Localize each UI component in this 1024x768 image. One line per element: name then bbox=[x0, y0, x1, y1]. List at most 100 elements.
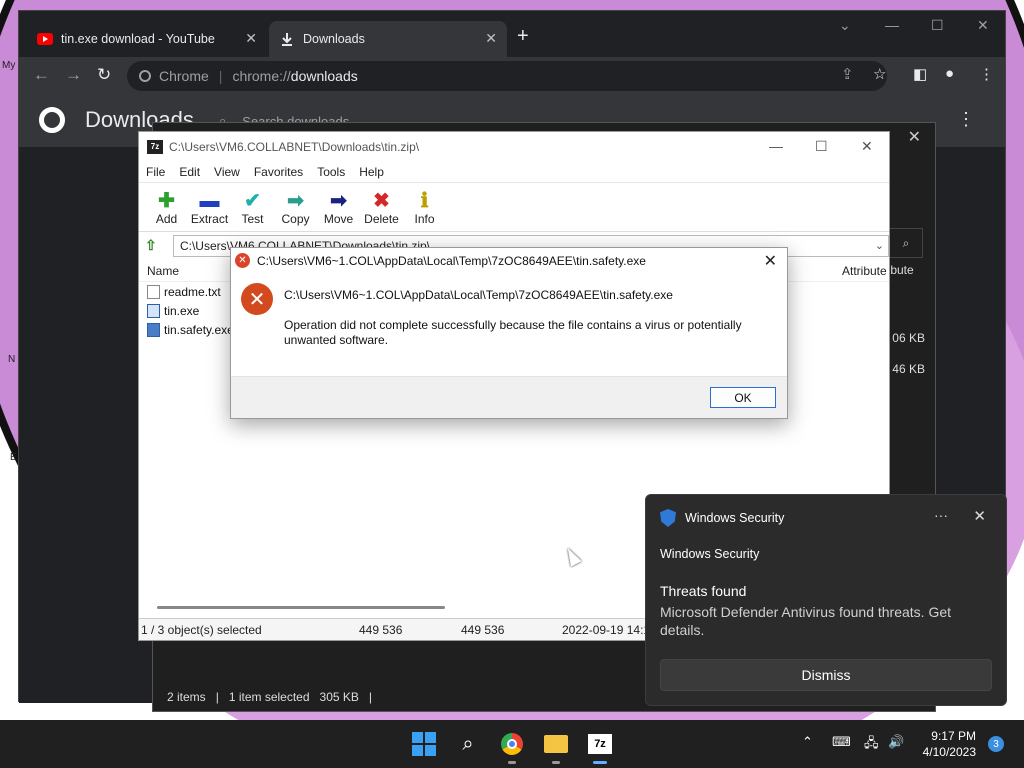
delete-button[interactable]: ✖ Delete bbox=[360, 184, 403, 231]
info-button[interactable]: ℹ Info bbox=[403, 184, 446, 231]
menu-tools[interactable]: Tools bbox=[317, 165, 345, 179]
profile-icon[interactable]: ● bbox=[945, 65, 954, 82]
clock-time: 9:17 PM bbox=[931, 729, 976, 743]
reload-icon[interactable]: ↻ bbox=[97, 65, 111, 85]
new-tab-plus-icon[interactable]: + bbox=[517, 25, 529, 48]
tab-downloads[interactable]: Downloads ✕ bbox=[269, 21, 507, 57]
more-options-button[interactable]: ··· bbox=[934, 507, 948, 523]
address-bar[interactable]: Chrome | chrome:// downloads bbox=[127, 61, 887, 91]
youtube-icon bbox=[37, 31, 53, 47]
system-clock[interactable]: 9:17 PM 4/10/2023 bbox=[910, 728, 976, 760]
keyboard-icon[interactable]: ⌨ bbox=[832, 734, 851, 750]
tool-label: Info bbox=[414, 211, 435, 226]
dismiss-button[interactable]: Dismiss bbox=[660, 659, 992, 691]
close-window-icon[interactable]: ✕ bbox=[861, 138, 873, 155]
horizontal-scrollbar[interactable] bbox=[157, 606, 445, 609]
copy-button[interactable]: ➡ Copy bbox=[274, 184, 317, 231]
name-column-header[interactable]: Name bbox=[147, 264, 179, 278]
network-icon[interactable]: 🖧 bbox=[864, 734, 879, 756]
chevron-down-icon[interactable]: ⌄ bbox=[875, 239, 884, 252]
tab-label: Downloads bbox=[303, 32, 365, 46]
chrome-logo-icon bbox=[39, 107, 65, 133]
window-title: C:\Users\VM6.COLLABNET\Downloads\tin.zip… bbox=[169, 139, 420, 154]
menu-edit[interactable]: Edit bbox=[179, 165, 200, 179]
plus-icon: ✚ bbox=[158, 189, 175, 212]
close-icon[interactable]: ✕ bbox=[973, 507, 986, 525]
toast-app-name: Windows Security bbox=[660, 547, 760, 561]
move-arrow-icon: ➡ bbox=[330, 189, 347, 212]
close-window-icon[interactable]: ✕ bbox=[908, 127, 921, 147]
bookmark-star-icon[interactable]: ☆ bbox=[873, 65, 886, 83]
taskbar-file-explorer[interactable] bbox=[542, 730, 570, 764]
extract-button[interactable]: ▬ Extract bbox=[188, 184, 231, 231]
size-column: 06 KB 46 KB bbox=[892, 323, 925, 385]
menu-view[interactable]: View bbox=[214, 165, 240, 179]
taskbar-7zip[interactable]: 7z bbox=[586, 730, 614, 764]
exe-file-icon bbox=[147, 303, 160, 318]
tool-label: Move bbox=[323, 211, 354, 226]
7zip-icon: 7z bbox=[588, 734, 612, 754]
file-name: tin.exe bbox=[164, 303, 200, 318]
selection-size: 305 KB bbox=[319, 690, 359, 704]
running-indicator bbox=[508, 761, 516, 764]
chevron-up-icon[interactable]: ⌃ bbox=[802, 734, 813, 750]
ok-button[interactable]: OK bbox=[710, 387, 776, 408]
folder-up-icon[interactable]: ⇧ bbox=[145, 237, 163, 255]
chrome-icon bbox=[501, 733, 523, 755]
tool-label: Test bbox=[241, 211, 264, 226]
chrome-menu-icon[interactable]: ⋮ bbox=[979, 65, 994, 83]
toast-header: Windows Security bbox=[660, 509, 784, 527]
close-tab-icon[interactable]: ✕ bbox=[245, 30, 257, 47]
chrome-toolbar: ← → ↻ Chrome | chrome:// downloads ⇪ ☆ ◧… bbox=[19, 57, 1005, 95]
test-button[interactable]: ✔ Test bbox=[231, 184, 274, 231]
minimize-icon[interactable]: — bbox=[769, 138, 783, 154]
tool-label: Add bbox=[155, 211, 178, 226]
dialog-body: ✕ C:\Users\VM6~1.COL\AppData\Local\Temp\… bbox=[231, 273, 787, 378]
side-panel-icon[interactable]: ◧ bbox=[913, 65, 927, 83]
virus-error-dialog: ✕ C:\Users\VM6~1.COL\AppData\Local\Temp\… bbox=[230, 247, 788, 419]
maximize-icon[interactable]: ☐ bbox=[931, 17, 944, 34]
url-prefix: chrome:// bbox=[232, 68, 291, 84]
share-icon[interactable]: ⇪ bbox=[841, 65, 854, 83]
toast-message[interactable]: Microsoft Defender Antivirus found threa… bbox=[660, 603, 980, 639]
desktop-icon-label[interactable]: N bbox=[8, 354, 15, 365]
desktop-icon-label[interactable]: My bbox=[2, 60, 15, 71]
back-arrow-icon[interactable]: ← bbox=[33, 65, 50, 85]
modified-status: 2022-09-19 14:1 bbox=[562, 622, 651, 637]
move-button[interactable]: ➡ Move bbox=[317, 184, 360, 231]
menu-file[interactable]: File bbox=[146, 165, 165, 179]
attributes-column-header[interactable]: Attribute bbox=[842, 264, 887, 278]
start-button[interactable] bbox=[410, 730, 438, 758]
add-button[interactable]: ✚ Add bbox=[145, 184, 188, 231]
maximize-icon[interactable]: ☐ bbox=[815, 138, 828, 155]
minimize-icon[interactable]: — bbox=[885, 17, 899, 33]
delete-x-icon: ✖ bbox=[373, 189, 390, 212]
forward-arrow-icon[interactable]: → bbox=[65, 65, 82, 85]
search-icon: ⌕ bbox=[462, 732, 474, 755]
menu-help[interactable]: Help bbox=[359, 165, 384, 179]
more-options-icon[interactable]: ⋮ bbox=[957, 109, 975, 130]
desktop-icon-label[interactable]: E bbox=[10, 452, 17, 463]
dialog-title: C:\Users\VM6~1.COL\AppData\Local\Temp\7z… bbox=[257, 253, 646, 268]
tab-youtube[interactable]: tin.exe download - YouTube ✕ bbox=[27, 21, 267, 57]
taskbar-search-button[interactable]: ⌕ bbox=[454, 730, 482, 758]
omnibox-separator: | bbox=[218, 68, 223, 84]
taskbar: ⌕ 7z ⌃ ⌨ 🖧 🔊 9:17 PM 4/10/2023 3 bbox=[0, 720, 1024, 768]
running-indicator bbox=[593, 761, 607, 764]
scheme-label: Chrome bbox=[159, 68, 209, 84]
chevron-down-icon[interactable]: ⌄ bbox=[839, 17, 851, 34]
status-divider: | bbox=[368, 690, 373, 704]
exe-file-icon bbox=[147, 322, 160, 337]
clock-date: 4/10/2023 bbox=[922, 745, 976, 759]
menu-favorites[interactable]: Favorites bbox=[254, 165, 303, 179]
7zip-toolbar: ✚ Add ▬ Extract ✔ Test ➡ Copy ➡ Move ✖ D… bbox=[139, 184, 889, 232]
taskbar-chrome[interactable] bbox=[498, 730, 526, 764]
close-icon[interactable]: ✕ bbox=[764, 251, 777, 271]
notification-badge[interactable]: 3 bbox=[988, 736, 1004, 752]
close-tab-icon[interactable]: ✕ bbox=[485, 30, 497, 47]
file-size: 46 KB bbox=[892, 362, 925, 376]
volume-icon[interactable]: 🔊 bbox=[888, 734, 904, 750]
file-name: readme.txt bbox=[164, 284, 221, 299]
close-window-icon[interactable]: ✕ bbox=[977, 17, 989, 34]
search-icon[interactable]: ⌕ bbox=[889, 228, 923, 258]
